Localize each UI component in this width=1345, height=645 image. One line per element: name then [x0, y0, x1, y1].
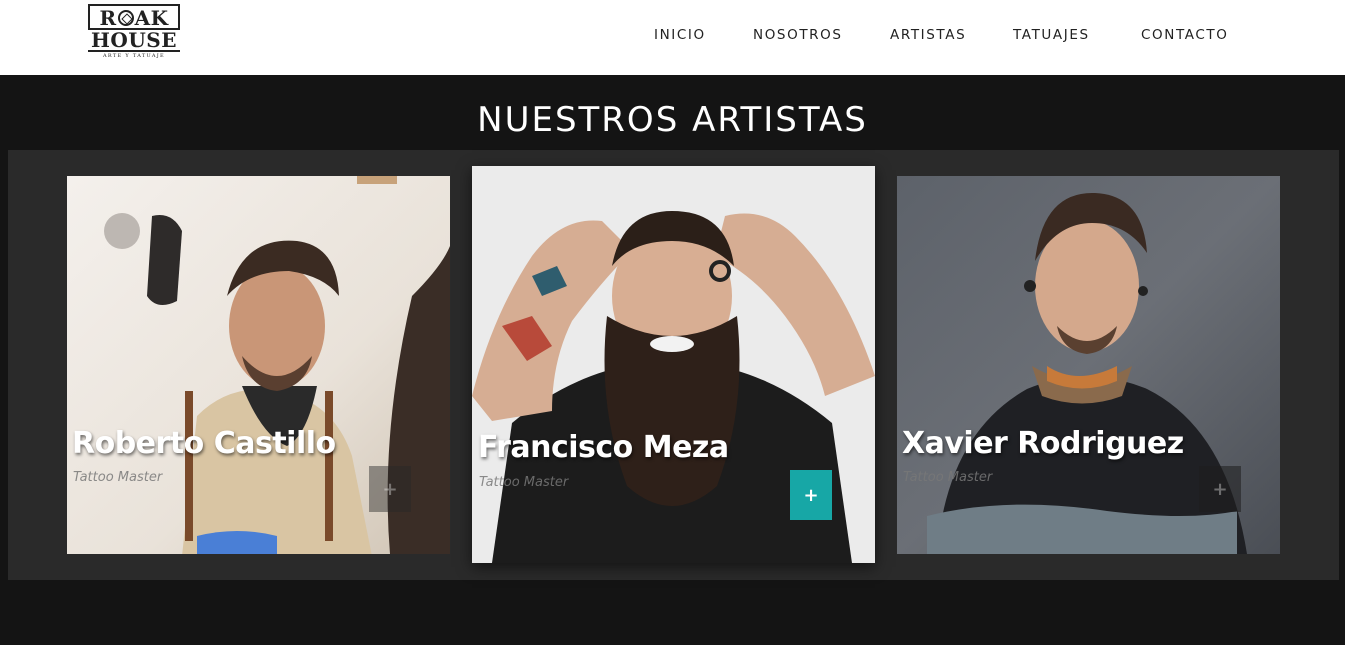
- artist-name: Xavier Rodriguez: [902, 426, 1184, 461]
- logo-tagline: ARTE Y TATUAJE: [102, 53, 165, 59]
- nav-item-artistas[interactable]: ARTISTAS: [890, 27, 966, 43]
- roak-house-logo[interactable]: R AK HOUSE ARTE Y TATUAJE: [88, 4, 180, 66]
- section-title: NUESTROS ARTISTAS: [477, 100, 868, 140]
- plus-icon[interactable]: +: [790, 470, 832, 520]
- plus-icon[interactable]: +: [1199, 466, 1241, 512]
- nav-item-contacto[interactable]: CONTACTO: [1141, 27, 1228, 43]
- diamond-icon: [117, 10, 134, 26]
- artist-name: Francisco Meza: [478, 430, 729, 465]
- plus-icon[interactable]: +: [369, 466, 411, 512]
- artist-card-roberto[interactable]: Roberto Castillo Tattoo Master +: [67, 176, 450, 554]
- artist-card-francisco[interactable]: Francisco Meza Tattoo Master +: [472, 166, 875, 563]
- artist-role: Tattoo Master: [479, 475, 569, 490]
- nav-item-nosotros[interactable]: NOSOTROS: [753, 27, 843, 43]
- nav-item-tatuajes[interactable]: TATUAJES: [1013, 27, 1090, 43]
- site-header: R AK HOUSE ARTE Y TATUAJE INICIO NOSOTROS…: [0, 0, 1345, 75]
- artist-role: Tattoo Master: [903, 470, 993, 485]
- nav-item-inicio[interactable]: INICIO: [654, 27, 706, 43]
- artist-card-xavier[interactable]: Xavier Rodriguez Tattoo Master +: [897, 176, 1280, 554]
- artist-name: Roberto Castillo: [72, 426, 336, 461]
- logo-line-2: HOUSE: [88, 28, 180, 52]
- artist-role: Tattoo Master: [73, 470, 163, 485]
